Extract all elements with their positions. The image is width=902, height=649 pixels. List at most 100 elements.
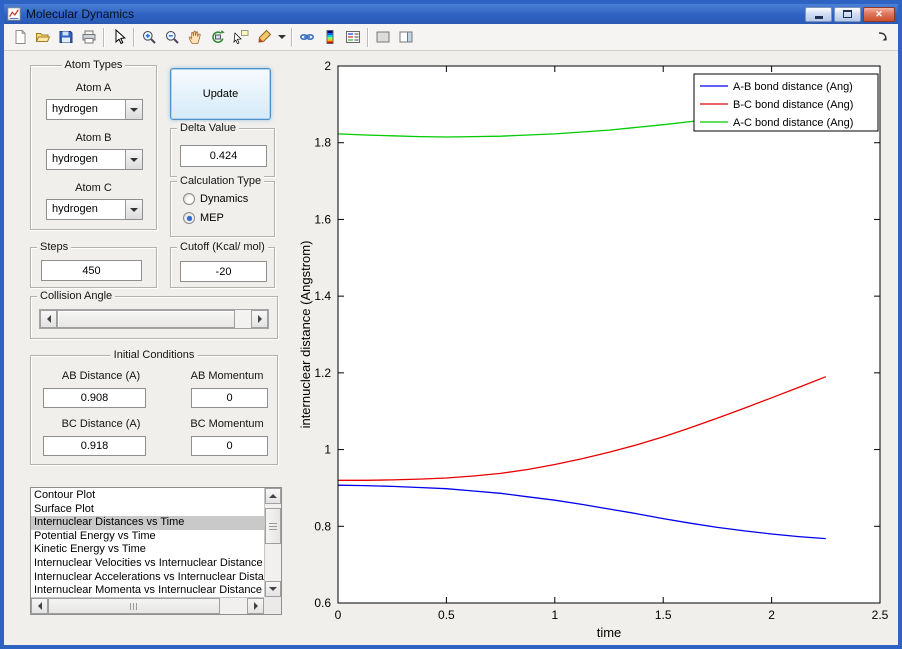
slider-track[interactable]	[235, 310, 251, 328]
svg-text:1.2: 1.2	[314, 366, 331, 380]
arrow-right-icon	[257, 315, 262, 323]
scroll-up-button[interactable]	[265, 488, 281, 504]
vertical-scroll-thumb[interactable]	[265, 508, 281, 544]
svg-text:time: time	[597, 625, 622, 640]
atom-c-label: Atom C	[75, 182, 112, 194]
toolbar-separator	[367, 27, 368, 47]
radio-option[interactable]: MEP	[183, 212, 224, 224]
plot-list-item[interactable]: Potential Energy vs Time	[31, 530, 264, 544]
vertical-scrollbar[interactable]	[264, 488, 281, 597]
slider-right-button[interactable]	[251, 310, 268, 328]
bc-distance-field[interactable]	[43, 436, 146, 456]
maximize-button[interactable]	[834, 6, 861, 22]
atom-b-dropdown-button[interactable]	[125, 150, 142, 169]
atom-types-title: Atom Types	[61, 59, 126, 71]
plot-list-item[interactable]: Internuclear Distances vs Time	[31, 516, 264, 530]
atom-b-select[interactable]: hydrogen	[46, 149, 143, 170]
insert-colorbar-button[interactable]	[318, 26, 341, 49]
collision-angle-title: Collision Angle	[37, 290, 116, 302]
hand-icon	[188, 30, 201, 44]
brush-button[interactable]	[252, 26, 275, 49]
plot-canvas[interactable]: 0 0.5 1 1.5 2 2.5 0.6 0.8 1 1.2 1.4 1.6 1.8 2 A-B bond…	[298, 51, 898, 643]
colorbar-icon	[326, 30, 333, 44]
data-cursor-button[interactable]	[229, 26, 252, 49]
window-title: Molecular Dynamics	[26, 7, 135, 21]
plot-list-item[interactable]: Kinetic Energy vs Time	[31, 543, 264, 557]
chevron-down-icon	[130, 107, 138, 112]
brush-dropdown-button[interactable]	[275, 26, 288, 49]
atom-b-value: hydrogen	[52, 153, 98, 165]
cutoff-field[interactable]	[180, 261, 267, 282]
scroll-down-button[interactable]	[265, 581, 281, 597]
steps-title: Steps	[37, 241, 72, 253]
atom-b-label: Atom B	[75, 132, 112, 144]
open-file-button[interactable]	[31, 26, 54, 49]
toolbar-separator	[291, 27, 292, 47]
update-button[interactable]: Update	[170, 68, 271, 120]
plot-list-item[interactable]: Internuclear Accelerations vs Internucle…	[31, 571, 264, 585]
chevron-down-icon	[130, 157, 138, 162]
plot-list-item[interactable]: Internuclear Velocities vs Internuclear …	[31, 557, 264, 571]
show-plot-tools-button[interactable]	[394, 26, 417, 49]
collision-angle-slider[interactable]	[39, 309, 269, 329]
close-icon: ✕	[875, 8, 883, 19]
link-plot-icon	[299, 34, 314, 41]
atom-c-dropdown-button[interactable]	[125, 200, 142, 219]
arrow-left-icon	[37, 602, 42, 610]
arrow-up-icon	[269, 494, 277, 498]
printer-icon	[82, 30, 95, 44]
pan-button[interactable]	[183, 26, 206, 49]
toolbar-separator	[133, 27, 134, 47]
save-button[interactable]	[54, 26, 77, 49]
horizontal-scrollbar[interactable]	[31, 597, 264, 614]
bc-momentum-field[interactable]	[191, 436, 268, 456]
zoom-out-button[interactable]	[160, 26, 183, 49]
atom-a-dropdown-button[interactable]	[125, 100, 142, 119]
plot-type-listbox[interactable]: Contour Plot Surface Plot Internuclear D…	[30, 487, 282, 615]
title-bar[interactable]: Molecular Dynamics ✕	[4, 4, 898, 24]
minimize-button[interactable]	[805, 6, 832, 22]
rotate-3d-button[interactable]	[206, 26, 229, 49]
ab-momentum-label: AB Momentum	[190, 370, 264, 382]
atom-a-select[interactable]: hydrogen	[46, 99, 143, 120]
open-folder-icon	[35, 33, 50, 42]
scroll-left-button[interactable]	[31, 598, 48, 614]
ab-distance-field[interactable]	[43, 388, 146, 408]
edit-plot-button[interactable]	[107, 26, 130, 49]
atom-c-select[interactable]: hydrogen	[46, 199, 143, 220]
scroll-right-button[interactable]	[247, 598, 264, 614]
steps-panel: Steps	[30, 241, 157, 288]
link-plot-button[interactable]	[295, 26, 318, 49]
initial-conditions-panel: Initial Conditions AB Distance (A) AB Mo…	[30, 349, 278, 465]
horizontal-scroll-track[interactable]	[220, 598, 247, 614]
data-cursor-icon	[233, 30, 248, 45]
svg-text:1: 1	[324, 443, 331, 457]
radio-option[interactable]: Dynamics	[183, 193, 248, 205]
slider-left-button[interactable]	[40, 310, 57, 328]
dock-arrow-icon	[878, 32, 887, 41]
steps-field[interactable]	[41, 260, 142, 281]
radio-dynamics-label: Dynamics	[200, 193, 249, 205]
bc-momentum-label: BC Momentum	[190, 418, 264, 430]
pointer-icon	[115, 29, 126, 45]
dock-figure-button[interactable]	[871, 26, 894, 49]
ab-momentum-field[interactable]	[191, 388, 268, 408]
delta-value-field[interactable]	[180, 145, 267, 167]
window-icon	[7, 7, 21, 21]
svg-text:0.5: 0.5	[438, 608, 455, 622]
horizontal-scroll-thumb[interactable]	[48, 598, 220, 614]
ab-distance-label: AB Distance (A)	[61, 370, 141, 382]
hide-plot-tools-button[interactable]	[371, 26, 394, 49]
print-button[interactable]	[77, 26, 100, 49]
radio-dynamics-icon	[183, 193, 195, 205]
plot-list-item[interactable]: Internuclear Momenta vs Internuclear Dis…	[31, 584, 264, 597]
slider-thumb[interactable]	[57, 310, 235, 328]
new-figure-button[interactable]	[8, 26, 31, 49]
zoom-in-button[interactable]	[137, 26, 160, 49]
plot-list-item[interactable]: Contour Plot	[31, 489, 264, 503]
plot-list-item[interactable]: Surface Plot	[31, 503, 264, 517]
new-document-icon	[15, 30, 25, 44]
svg-text:0: 0	[335, 608, 342, 622]
close-button[interactable]: ✕	[863, 6, 895, 22]
insert-legend-button[interactable]	[341, 26, 364, 49]
